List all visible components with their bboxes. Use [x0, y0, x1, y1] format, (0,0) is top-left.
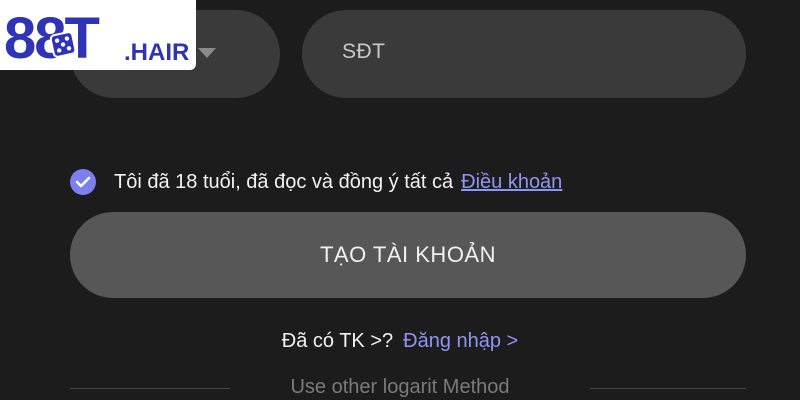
create-account-button[interactable]: TẠO TÀI KHOẢN	[70, 212, 746, 298]
terms-text: Tôi đã 18 tuổi, đã đọc và đồng ý tất cả	[114, 170, 454, 193]
create-account-label: TẠO TÀI KHOẢN	[319, 242, 496, 267]
dice-icon	[49, 31, 77, 58]
terms-link[interactable]: Điều khoản	[461, 171, 562, 194]
terms-checkbox[interactable]	[70, 169, 96, 195]
chevron-down-icon	[198, 48, 216, 58]
other-method-label: Use other logarit Method	[290, 376, 510, 398]
login-question: Đã có TK >?	[281, 330, 394, 352]
phone-input[interactable]: SĐT	[302, 10, 746, 98]
phone-input-placeholder: SĐT	[342, 40, 386, 63]
terms-row: Tôi đã 18 tuổi, đã đọc và đồng ý tất cả …	[70, 168, 562, 196]
logo-domain-text: .HAIR	[124, 39, 189, 66]
login-link[interactable]: Đăng nhập >	[403, 330, 518, 352]
login-row: Đã có TK >? Đăng nhập >	[0, 330, 800, 353]
site-logo: 88T .HAIR	[0, 0, 196, 70]
check-icon	[75, 176, 91, 188]
